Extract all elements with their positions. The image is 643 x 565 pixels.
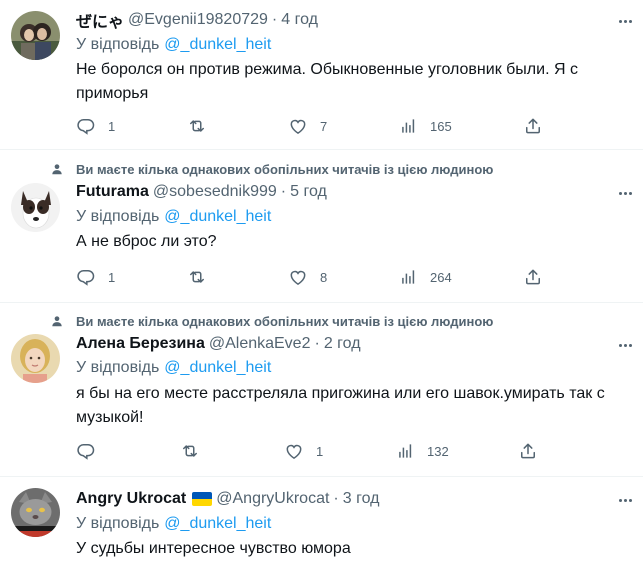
like-button[interactable]: 7 — [288, 116, 327, 136]
timestamp[interactable]: 2 год — [324, 335, 361, 353]
separator-dot: · — [271, 11, 278, 28]
like-button[interactable]: 1 — [284, 441, 323, 461]
retweet-icon — [180, 441, 200, 461]
share-button[interactable] — [518, 441, 538, 461]
tweet[interactable]: ぜにゃ @Evgenii19820729 · 4 год У відповідь… — [0, 0, 643, 149]
reply-button[interactable] — [76, 441, 96, 461]
reply-label: У відповідь — [76, 208, 160, 225]
social-context-text: Ви маєте кілька однакових обопільних чит… — [76, 313, 494, 329]
reply-label: У відповідь — [76, 36, 160, 53]
view-count: 132 — [427, 443, 449, 459]
author-handle[interactable]: @AlenkaEve2 — [209, 335, 311, 353]
reply-label: У відповідь — [76, 515, 160, 532]
avatar[interactable] — [11, 11, 60, 60]
views-icon — [398, 116, 418, 136]
reply-icon — [76, 441, 96, 461]
like-count: 8 — [320, 269, 328, 285]
tweet-header: Angry Ukrocat @AngryUkrocat · 3 год — [76, 488, 379, 510]
separator-dot: · — [333, 490, 339, 507]
reply-context: У відповідь @_dunkel_heit — [76, 513, 271, 535]
heart-icon — [284, 441, 304, 461]
reply-to-link[interactable]: @_dunkel_heit — [164, 36, 271, 54]
person-icon — [50, 314, 64, 328]
author-handle[interactable]: @AngryUkrocat — [216, 490, 329, 508]
author-name[interactable]: Angry Ukrocat — [76, 490, 186, 508]
views-icon — [395, 441, 415, 461]
author-name[interactable]: Futurama — [76, 183, 149, 201]
tweet-header: Futurama @sobesednik999 · 5 год — [76, 181, 327, 203]
tweet-text: я бы на его месте расстреляла пригожина … — [76, 385, 605, 426]
views-button[interactable]: 264 — [398, 267, 452, 287]
tweet[interactable]: Ви маєте кілька однакових обопільних чит… — [0, 150, 643, 302]
reply-button[interactable]: 1 — [76, 116, 115, 136]
reply-to-link[interactable]: @_dunkel_heit — [164, 208, 271, 226]
reply-label: У відповідь — [76, 359, 160, 376]
author-handle[interactable]: @Evgenii19820729 — [128, 11, 268, 29]
more-options-icon[interactable] — [614, 10, 636, 32]
timestamp[interactable]: 4 год — [281, 11, 318, 29]
retweet-button[interactable] — [180, 441, 200, 461]
like-count: 7 — [320, 118, 328, 134]
retweet-icon — [187, 116, 207, 136]
ukraine-flag-icon — [192, 492, 213, 506]
social-context-text: Ви маєте кілька однакових обопільних чит… — [76, 161, 494, 177]
author-handle[interactable]: @sobesednik999 — [153, 183, 277, 201]
reply-button[interactable]: 1 — [76, 267, 115, 287]
reply-count: 1 — [108, 269, 116, 285]
retweet-button[interactable] — [187, 116, 207, 136]
social-context: Ви маєте кілька однакових обопільних чит… — [50, 159, 493, 179]
share-button[interactable] — [523, 267, 543, 287]
reply-to-link[interactable]: @_dunkel_heit — [164, 515, 271, 533]
avatar[interactable] — [11, 488, 60, 537]
heart-icon — [288, 116, 308, 136]
views-icon — [398, 267, 418, 287]
heart-icon — [288, 267, 308, 287]
reply-context: У відповідь @_dunkel_heit — [76, 206, 271, 228]
author-name[interactable]: ぜにゃ — [76, 8, 124, 32]
share-icon — [523, 116, 543, 136]
avatar[interactable] — [11, 183, 60, 232]
like-button[interactable]: 8 — [288, 267, 327, 287]
reply-context: У відповідь @_dunkel_heit — [76, 34, 271, 56]
timestamp[interactable]: 3 год — [343, 490, 380, 508]
like-count: 1 — [316, 443, 324, 459]
more-options-icon[interactable] — [614, 489, 636, 511]
tweet-text: У судьбы интересное чувство юмора — [76, 540, 351, 557]
share-icon — [523, 267, 543, 287]
tweet-text: А не вброс ли это? — [76, 233, 217, 250]
tweet-header: ぜにゃ @Evgenii19820729 · 4 год — [76, 9, 318, 31]
share-button[interactable] — [523, 116, 543, 136]
view-count: 165 — [430, 118, 452, 134]
reply-icon — [76, 267, 96, 287]
social-context: Ви маєте кілька однакових обопільних чит… — [50, 311, 493, 331]
separator-dot: · — [280, 183, 287, 200]
timestamp[interactable]: 5 год — [290, 183, 327, 201]
separator-dot: · — [314, 335, 320, 352]
more-options-icon[interactable] — [614, 334, 636, 356]
more-options-icon[interactable] — [614, 182, 636, 204]
retweet-button[interactable] — [187, 267, 207, 287]
tweet-text: Не боролся он против режима. Обыкновенны… — [76, 61, 578, 102]
view-count: 264 — [430, 269, 452, 285]
retweet-icon — [187, 267, 207, 287]
person-icon — [50, 162, 64, 176]
author-name[interactable]: Алена Березина — [76, 335, 205, 353]
reply-to-link[interactable]: @_dunkel_heit — [164, 359, 271, 377]
reply-context: У відповідь @_dunkel_heit — [76, 357, 271, 379]
reply-count: 1 — [108, 118, 116, 134]
avatar[interactable] — [11, 334, 60, 383]
tweet[interactable]: Angry Ukrocat @AngryUkrocat · 3 год У ві… — [0, 477, 643, 565]
reply-icon — [76, 116, 96, 136]
share-icon — [518, 441, 538, 461]
tweet[interactable]: Ви маєте кілька однакових обопільних чит… — [0, 303, 643, 476]
views-button[interactable]: 132 — [395, 441, 449, 461]
tweet-header: Алена Березина @AlenkaEve2 · 2 год — [76, 333, 361, 355]
views-button[interactable]: 165 — [398, 116, 452, 136]
